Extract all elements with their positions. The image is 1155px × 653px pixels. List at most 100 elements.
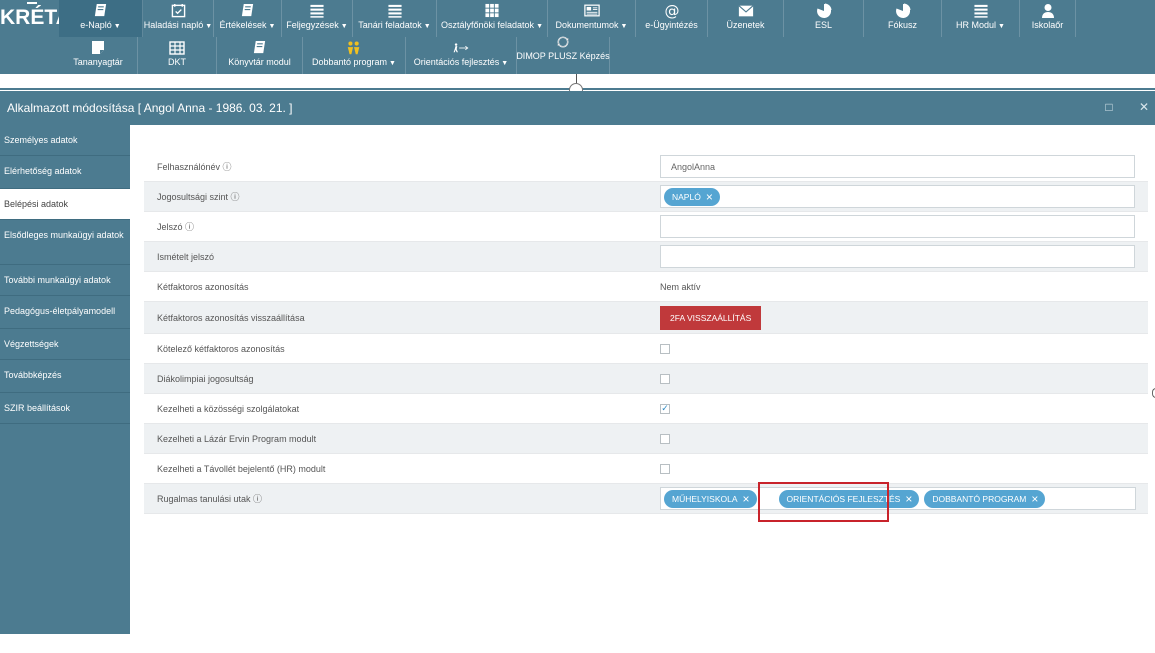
pie-chart-icon xyxy=(895,3,911,18)
tag-dobbanto-program: DOBBANTÓ PROGRAM × xyxy=(924,489,1046,508)
nav-item-könyvtár-modul[interactable]: Könyvtár modul xyxy=(217,37,303,74)
nav-label-text: Osztályfőnöki feladatok xyxy=(441,20,535,30)
grid-icon xyxy=(484,3,500,18)
row-twofa-required: Kötelező kétfaktoros azonosítás xyxy=(144,334,1148,364)
absence-hr-checkbox[interactable] xyxy=(660,463,670,474)
nav-item-osztályfőnöki-feladatok[interactable]: Osztályfőnöki feladatok ▼ xyxy=(437,0,548,37)
nav-label-text: Értékelések xyxy=(219,20,267,30)
caret-down-icon: ▼ xyxy=(501,60,509,67)
sidebar-item-pedagógus-életpályamodell[interactable]: Pedagógus-életpályamodell xyxy=(0,296,130,329)
calendar-check-icon xyxy=(170,3,186,18)
nav-item-e-napló[interactable]: e-Napló ▼ xyxy=(59,0,143,37)
sidebar-item-szir-beállítások[interactable]: SZIR beállítások xyxy=(0,393,130,424)
twofa-required-checkbox[interactable] xyxy=(660,343,670,354)
sidebar-item-belépési-adatok[interactable]: Belépési adatok xyxy=(0,189,130,220)
nav-item-üzenetek[interactable]: Üzenetek xyxy=(708,0,784,37)
nav-item-label: Dobbantó program ▼ xyxy=(312,57,396,69)
nav-label-text: Orientációs fejlesztés xyxy=(413,57,500,67)
sidebar-item-továbbképzés[interactable]: Továbbképzés xyxy=(0,360,130,393)
tag-label: NAPLÓ xyxy=(672,191,701,202)
permission-multiselect[interactable]: NAPLÓ × xyxy=(660,185,1135,208)
caret-down-icon: ▼ xyxy=(205,23,213,30)
nav-label-text: Üzenetek xyxy=(726,20,765,30)
nav-item-dkt[interactable]: DKT xyxy=(138,37,217,74)
flexible-paths-label: Rugalmas tanulási utak ⓘ xyxy=(157,494,263,504)
nav-item-orientációs-fejlesztés[interactable]: Orientációs fejlesztés ▼ xyxy=(406,37,517,74)
highlight-box xyxy=(758,482,889,522)
book-icon xyxy=(240,3,256,18)
twofa-reset-button[interactable]: 2FA VISSZAÁLLÍTÁS xyxy=(660,305,762,330)
logo-accent xyxy=(27,2,37,4)
nav-item-iskolaőr[interactable]: Iskolaőr xyxy=(1020,0,1076,37)
kreta-logo[interactable]: KRÉTA xyxy=(0,0,71,37)
caret-down-icon: ▼ xyxy=(536,23,543,30)
caret-down-icon: ▼ xyxy=(113,23,121,30)
community-service-checkbox[interactable]: ✓ xyxy=(660,403,670,414)
nav-label-text: Tanári feladatok xyxy=(358,20,422,30)
maximize-icon[interactable]: □ xyxy=(1103,101,1115,113)
login-data-form: Felhasználónév ⓘ AngolAnna Jogosultsági … xyxy=(144,152,1148,514)
nav-label-text: Feljegyzések xyxy=(286,20,339,30)
sidebar-item-személyes-adatok[interactable]: Személyes adatok xyxy=(0,125,130,156)
remove-tag-icon[interactable]: × xyxy=(905,493,912,505)
nav-item-feljegyzések[interactable]: Feljegyzések ▼ xyxy=(282,0,353,37)
caret-down-icon: ▼ xyxy=(340,23,348,30)
book-icon xyxy=(93,3,109,18)
checkmark-icon: ✓ xyxy=(661,403,669,413)
caret-down-icon: ▼ xyxy=(620,23,628,30)
sidebar-item-végzettségek[interactable]: Végzettségek xyxy=(0,329,130,360)
username-label: Felhasználónév ⓘ xyxy=(157,162,232,172)
nav-item-haladási-napló[interactable]: Haladási napló ▼ xyxy=(143,0,214,37)
envelope-icon xyxy=(738,3,754,18)
nav-item-tananyagtár[interactable]: Tananyagtár xyxy=(59,37,138,74)
remove-tag-icon[interactable]: × xyxy=(743,493,750,505)
svg-text:@: @ xyxy=(664,3,679,19)
caret-down-icon: ▼ xyxy=(268,23,276,30)
nav-label-text: Tananyagtár xyxy=(73,57,123,67)
nav-item-fókusz[interactable]: Fókusz xyxy=(864,0,942,37)
sidebar-item-további-munkaügyi-adatok[interactable]: További munkaügyi adatok xyxy=(0,265,130,296)
flexible-paths-multiselect[interactable]: MŰHELYISKOLA × ORIENTÁCIÓS FEJLESZTÉS × DO… xyxy=(660,487,1136,510)
row-username: Felhasználónév ⓘ AngolAnna xyxy=(144,152,1148,182)
nav-item-esl[interactable]: ESL xyxy=(784,0,864,37)
nav-label-text: ESL xyxy=(814,20,832,30)
list-icon xyxy=(973,3,989,18)
student-olympics-label: Diákolimpiai jogosultság xyxy=(157,373,254,384)
row-password-repeat: Ismételt jelszó xyxy=(144,242,1148,272)
student-olympics-checkbox[interactable] xyxy=(660,373,670,384)
nav-item-értékelések[interactable]: Értékelések ▼ xyxy=(214,0,282,37)
password-repeat-input[interactable] xyxy=(660,245,1135,268)
nav-item-dobbantó-program[interactable]: Dobbantó program ▼ xyxy=(303,37,406,74)
nav-item-hr-modul[interactable]: HR Modul ▼ xyxy=(942,0,1020,37)
row-lazar-ervin: Kezelheti a Lázár Ervin Program modult xyxy=(144,424,1148,454)
nav-item-label: Könyvtár modul xyxy=(228,57,291,68)
nav-item-dimop-plusz-képzés[interactable]: DIMOP PLUSZ Képzés xyxy=(516,36,610,74)
tag-muhelyiskola: MŰHELYISKOLA × xyxy=(664,489,757,508)
username-input[interactable]: AngolAnna xyxy=(660,155,1135,178)
tag-naplo: NAPLÓ × xyxy=(664,187,720,206)
lazar-ervin-checkbox[interactable] xyxy=(660,433,670,444)
table-icon xyxy=(169,40,185,55)
sidebar-item-elérhetőség-adatok[interactable]: Elérhetőség adatok xyxy=(0,156,130,189)
remove-tag-icon[interactable]: × xyxy=(1031,493,1038,505)
nav-item-tanári-feladatok[interactable]: Tanári feladatok ▼ xyxy=(353,0,437,37)
newspaper-icon xyxy=(583,3,600,18)
permission-label: Jogosultsági szint ⓘ xyxy=(157,192,240,202)
close-icon[interactable]: ✕ xyxy=(1138,101,1150,113)
person-arrow-icon xyxy=(453,40,469,55)
sidebar-item-elsődleges-munkaügyi-adatok[interactable]: Elsődleges munkaügyi adatok xyxy=(0,220,130,265)
password-input[interactable] xyxy=(660,215,1135,238)
tag-label: MŰHELYISKOLA xyxy=(672,493,738,504)
nav-label-text: e-Napló xyxy=(80,20,112,30)
book-icon xyxy=(252,40,268,55)
nav-label-text: HR Modul xyxy=(956,20,997,30)
row-absence-hr: Kezelheti a Távollét bejelentő (HR) modu… xyxy=(144,454,1148,484)
nav-item-label: Osztályfőnöki feladatok ▼ xyxy=(441,20,543,32)
row-permission: Jogosultsági szint ⓘ NAPLÓ × xyxy=(144,182,1148,212)
nav-item-e-ügyintézés[interactable]: @ e-Ügyintézés xyxy=(636,0,708,37)
tag-label: DOBBANTÓ PROGRAM xyxy=(932,493,1027,504)
twofa-reset-label: Kétfaktoros azonosítás visszaállítása xyxy=(157,312,305,323)
remove-tag-icon[interactable]: × xyxy=(706,191,713,203)
note-icon xyxy=(90,40,106,55)
caret-down-icon: ▼ xyxy=(423,23,431,30)
